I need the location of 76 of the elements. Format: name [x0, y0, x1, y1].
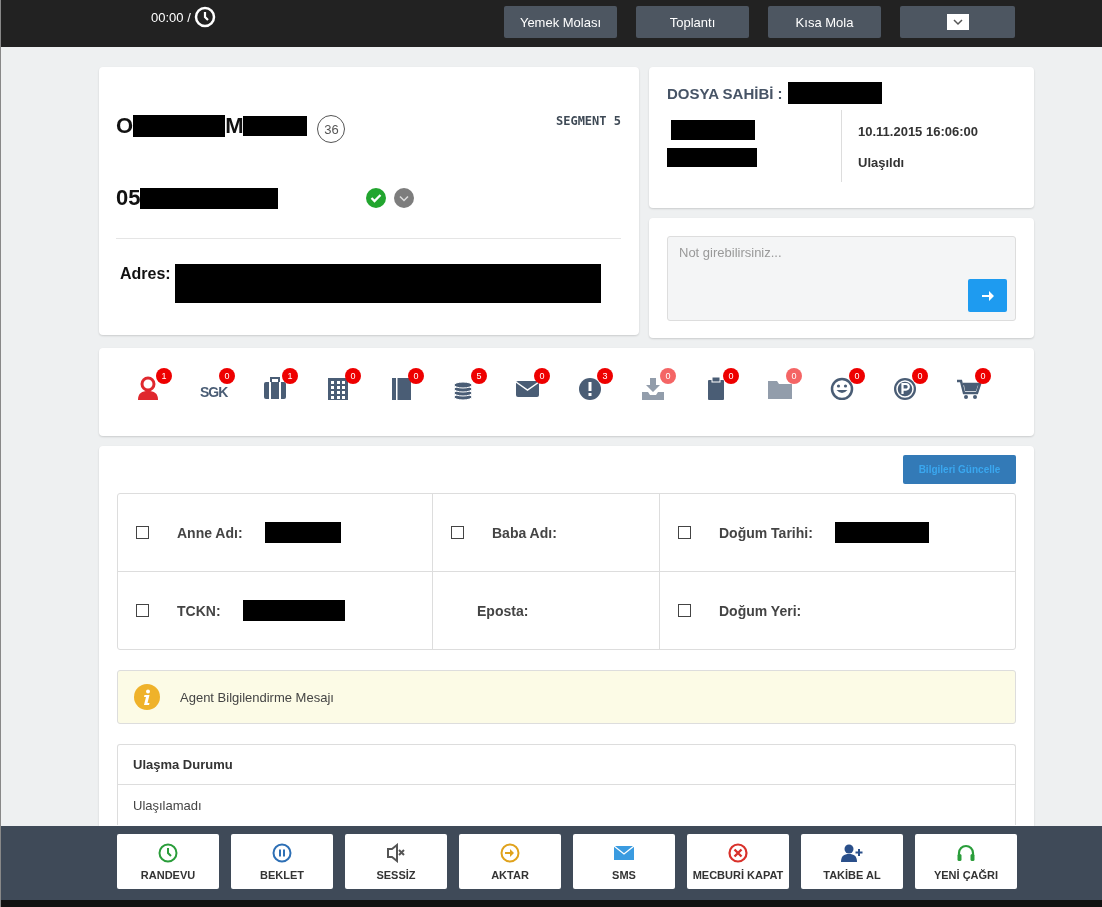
redaction-bar — [243, 116, 308, 136]
timer-text: 00:00 / — [151, 9, 191, 25]
module-button[interactable]: 0 — [326, 368, 389, 400]
action-button[interactable]: TAKİBE AL — [801, 834, 903, 889]
caret-icon — [946, 14, 969, 30]
break-button[interactable]: Yemek Molası — [504, 6, 617, 38]
action-button[interactable]: SESSİZ — [345, 834, 447, 889]
field-label: Anne Adı: — [177, 524, 243, 541]
count-badge: 0 — [660, 368, 676, 384]
count-badge: 0 — [345, 368, 361, 384]
info-icon — [134, 684, 160, 710]
info-message: Agent Bilgilendirme Mesajı — [180, 689, 334, 705]
arrow-right-icon — [981, 290, 994, 301]
action-button[interactable]: RANDEVU — [117, 834, 219, 889]
module-button[interactable]: 3 — [578, 368, 641, 400]
module-button[interactable]: 0 — [956, 368, 1019, 400]
module-button[interactable]: 0 — [704, 368, 767, 400]
break-button[interactable]: Toplantı — [636, 6, 749, 38]
count-badge: 0 — [849, 368, 865, 384]
count-badge: 3 — [597, 368, 613, 384]
count-badge: 1 — [282, 368, 298, 384]
panel-heading: Ulaşma Durumu — [118, 745, 1015, 785]
module-button[interactable]: 0 — [893, 368, 956, 400]
count-badge: 0 — [786, 368, 802, 384]
field-label: TCKN: — [177, 602, 221, 619]
checkbox[interactable] — [136, 604, 149, 617]
alert-icon — [578, 376, 604, 400]
action-button[interactable]: MECBURİ KAPAT — [687, 834, 789, 889]
phone-prefix: 05 — [116, 185, 141, 211]
module-button[interactable]: 1 — [137, 368, 200, 400]
count-badge: 0 — [408, 368, 424, 384]
count-badge: 1 — [156, 368, 172, 384]
download-icon — [641, 376, 667, 400]
dropdown-button[interactable] — [900, 6, 1015, 38]
briefcase-icon — [263, 376, 289, 400]
count-badge: 5 — [471, 368, 487, 384]
action-button[interactable]: YENİ ÇAĞRI — [915, 834, 1017, 889]
count-badge: 0 — [912, 368, 928, 384]
clock-icon — [193, 6, 216, 28]
smile-icon — [830, 376, 856, 400]
module-button[interactable]: 1 — [263, 368, 326, 400]
name-initial: O — [116, 113, 134, 139]
action-button[interactable]: BEKLET — [231, 834, 333, 889]
action-button[interactable]: SMS — [573, 834, 675, 889]
field-label: Doğum Tarihi: — [719, 524, 813, 541]
name-initial: M — [225, 113, 244, 139]
send-button[interactable] — [968, 279, 1007, 312]
expand-icon[interactable] — [394, 188, 415, 208]
break-button[interactable]: Kısa Mola — [768, 6, 881, 38]
segment-label: SEGMENT 5 — [555, 114, 621, 128]
module-button[interactable]: 0 — [641, 368, 704, 400]
count-badge: 0 — [723, 368, 739, 384]
count-badge: 0 — [975, 368, 991, 384]
call-date: 10.11.2015 16:06:00 — [858, 124, 978, 139]
field-label: Eposta: — [477, 602, 529, 619]
module-button[interactable]: 0 — [830, 368, 893, 400]
call-status: Ulaşıldı — [858, 155, 906, 170]
module-button[interactable]: 0 — [389, 368, 452, 400]
reach-status-value: Ulaşılamadı — [132, 796, 203, 815]
field-label: Baba Adı: — [492, 524, 557, 541]
count-badge: 0 — [534, 368, 550, 384]
module-button[interactable]: 5 — [452, 368, 515, 400]
parking-icon — [893, 376, 919, 400]
checkbox[interactable] — [678, 604, 691, 617]
module-button[interactable]: 0 — [767, 368, 830, 400]
checkbox[interactable] — [678, 526, 691, 539]
count-badge: 0 — [219, 368, 235, 384]
module-button[interactable]: 0 — [515, 368, 578, 400]
field-label: Doğum Yeri: — [719, 602, 802, 619]
module-button[interactable]: SGK 0 — [200, 368, 263, 400]
address-label: Adres: — [120, 265, 171, 283]
action-button[interactable]: AKTAR — [459, 834, 561, 889]
owner-label: DOSYA SAHİBİ : — [667, 84, 783, 102]
checkbox[interactable] — [451, 526, 464, 539]
checkbox[interactable] — [136, 526, 149, 539]
sgk-label: SGK — [200, 384, 228, 400]
